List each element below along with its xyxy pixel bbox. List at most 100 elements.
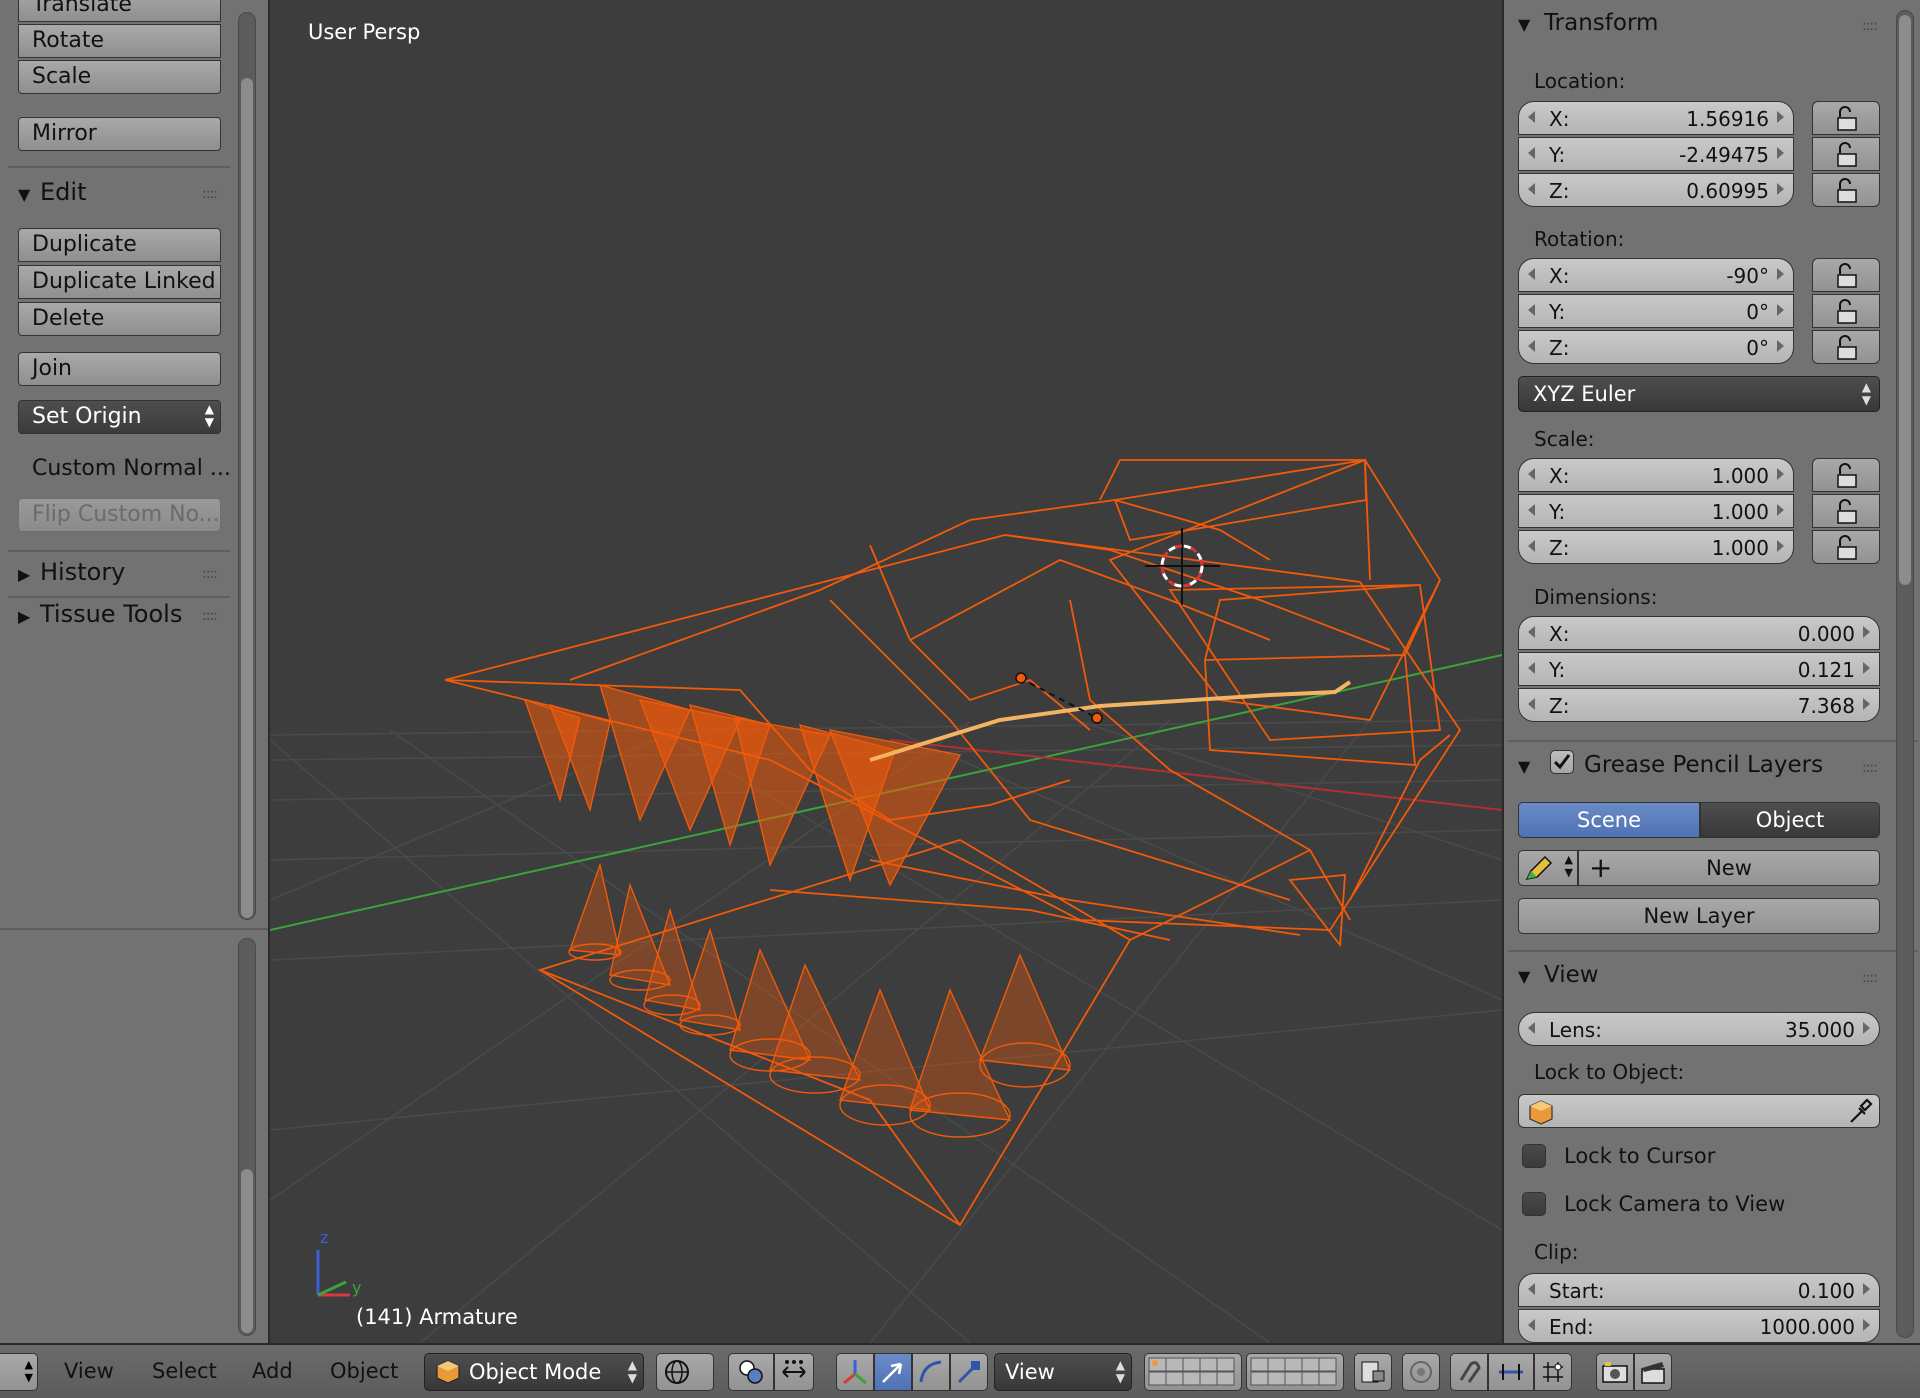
tissue-tools-section-header[interactable]: ▶ Tissue Tools xyxy=(18,600,182,628)
arrow-left-icon[interactable] xyxy=(1528,540,1535,552)
scale-z-field[interactable]: Z: 1.000 xyxy=(1518,530,1794,564)
arrow-right-icon[interactable] xyxy=(1777,468,1784,480)
transform-orientation-dropdown[interactable]: View ▲ ▼ xyxy=(994,1353,1132,1391)
lock-scale-x-button[interactable] xyxy=(1812,458,1880,492)
snap-toggle-button[interactable] xyxy=(1450,1353,1488,1391)
grease-pencil-datablock-browse[interactable]: ▲ ▼ xyxy=(1518,850,1578,886)
snap-element-button[interactable] xyxy=(1488,1353,1534,1391)
menu-add[interactable]: Add xyxy=(252,1359,293,1383)
arrow-left-icon[interactable] xyxy=(1528,111,1535,123)
scene-layers-widget[interactable] xyxy=(1144,1353,1242,1391)
grease-pencil-new-button[interactable]: + New xyxy=(1578,850,1880,886)
lock-to-object-field[interactable] xyxy=(1518,1094,1880,1128)
location-x-field[interactable]: X: 1.56916 xyxy=(1518,101,1794,135)
arrow-right-icon[interactable] xyxy=(1863,662,1870,674)
view-panel-header[interactable]: ▼ View xyxy=(1518,962,1599,988)
translate-manipulator-button[interactable] xyxy=(874,1353,912,1391)
rotation-mode-dropdown[interactable]: XYZ Euler ▲ ▼ xyxy=(1518,376,1880,412)
proportional-editing-button[interactable] xyxy=(1402,1353,1440,1391)
arrow-right-icon[interactable] xyxy=(1863,626,1870,638)
arrow-left-icon[interactable] xyxy=(1528,340,1535,352)
drag-grip-icon[interactable]: :::: xyxy=(202,608,218,624)
join-button[interactable]: Join xyxy=(18,352,221,386)
grease-pencil-panel-header[interactable]: ▼ xyxy=(1518,752,1544,778)
scale-manipulator-button[interactable] xyxy=(950,1353,988,1391)
scale-button[interactable]: Scale xyxy=(18,60,221,94)
opengl-render-image-button[interactable] xyxy=(1596,1353,1634,1391)
drag-grip-icon[interactable]: :::: xyxy=(1862,18,1878,34)
eyedropper-icon[interactable] xyxy=(1845,1098,1873,1126)
arrow-right-icon[interactable] xyxy=(1777,504,1784,516)
grease-pencil-enable-checkbox[interactable] xyxy=(1550,750,1574,774)
lock-scale-y-button[interactable] xyxy=(1812,494,1880,528)
scrollbar-thumb[interactable] xyxy=(241,78,253,918)
lock-location-z-button[interactable] xyxy=(1812,173,1880,207)
drag-grip-icon[interactable]: :::: xyxy=(202,186,218,202)
arrow-right-icon[interactable] xyxy=(1777,540,1784,552)
location-y-field[interactable]: Y: -2.49475 xyxy=(1518,137,1794,171)
arrow-right-icon[interactable] xyxy=(1863,1022,1870,1034)
arrow-left-icon[interactable] xyxy=(1528,468,1535,480)
grease-pencil-object-tab[interactable]: Object xyxy=(1700,802,1880,838)
3d-viewport[interactable]: z y User Persp (141) Armature xyxy=(270,0,1502,1343)
scale-y-field[interactable]: Y: 1.000 xyxy=(1518,494,1794,528)
arrow-right-icon[interactable] xyxy=(1863,698,1870,710)
mirror-button[interactable]: Mirror xyxy=(18,117,221,151)
menu-view[interactable]: View xyxy=(64,1359,114,1383)
lock-camera-to-view-checkbox[interactable] xyxy=(1522,1192,1546,1216)
translate-button[interactable]: Translate xyxy=(18,0,221,22)
dimensions-z-field[interactable]: Z: 7.368 xyxy=(1518,688,1880,722)
arrow-right-icon[interactable] xyxy=(1863,1319,1870,1331)
arrow-left-icon[interactable] xyxy=(1528,698,1535,710)
arrow-left-icon[interactable] xyxy=(1528,504,1535,516)
interaction-mode-dropdown[interactable]: Object Mode ▲ ▼ xyxy=(424,1353,644,1391)
drag-grip-icon[interactable]: :::: xyxy=(202,566,218,582)
arrow-left-icon[interactable] xyxy=(1528,1022,1535,1034)
lock-rotation-x-button[interactable] xyxy=(1812,258,1880,292)
pivot-point-button[interactable] xyxy=(728,1353,774,1391)
lock-rotation-z-button[interactable] xyxy=(1812,330,1880,364)
opengl-render-animation-button[interactable] xyxy=(1634,1353,1672,1391)
arrow-left-icon[interactable] xyxy=(1528,1319,1535,1331)
rotation-x-field[interactable]: X: -90° xyxy=(1518,258,1794,292)
editor-type-button[interactable]: ▲ ▼ xyxy=(0,1353,38,1391)
arrow-right-icon[interactable] xyxy=(1777,111,1784,123)
menu-select[interactable]: Select xyxy=(152,1359,217,1383)
arrow-left-icon[interactable] xyxy=(1528,662,1535,674)
dimensions-x-field[interactable]: X: 0.000 xyxy=(1518,616,1880,650)
arrow-right-icon[interactable] xyxy=(1777,183,1784,195)
lock-location-x-button[interactable] xyxy=(1812,101,1880,135)
arrow-left-icon[interactable] xyxy=(1528,304,1535,316)
rotation-z-field[interactable]: Z: 0° xyxy=(1518,330,1794,364)
clip-start-field[interactable]: Start: 0.100 xyxy=(1518,1273,1880,1307)
flip-custom-normals-button[interactable]: Flip Custom No... xyxy=(18,498,221,532)
lens-field[interactable]: Lens: 35.000 xyxy=(1518,1012,1880,1046)
viewport-shading-button[interactable] xyxy=(656,1353,714,1391)
tool-shelf-scrollbar[interactable] xyxy=(238,12,256,920)
bone-head-point[interactable] xyxy=(1015,672,1027,684)
new-layer-button[interactable]: New Layer xyxy=(1518,898,1880,934)
grease-pencil-scene-tab[interactable]: Scene xyxy=(1518,802,1700,838)
rotate-manipulator-button[interactable] xyxy=(912,1353,950,1391)
drag-grip-icon[interactable]: :::: xyxy=(1862,970,1878,986)
operator-panel-scrollbar[interactable] xyxy=(238,938,256,1336)
scrollbar-thumb[interactable] xyxy=(241,1169,253,1333)
drag-grip-icon[interactable]: :::: xyxy=(1862,760,1878,776)
clip-end-field[interactable]: End: 1000.000 xyxy=(1518,1309,1880,1343)
arrow-right-icon[interactable] xyxy=(1777,147,1784,159)
arrow-left-icon[interactable] xyxy=(1528,268,1535,280)
edit-section-header[interactable]: ▼ Edit xyxy=(18,178,86,206)
lock-camera-layers-button[interactable] xyxy=(1354,1353,1392,1391)
scene-layers-widget-2[interactable] xyxy=(1246,1353,1344,1391)
set-origin-dropdown[interactable]: Set Origin ▲ ▼ xyxy=(18,400,221,434)
duplicate-button[interactable]: Duplicate xyxy=(18,228,221,262)
scrollbar-thumb[interactable] xyxy=(1899,15,1911,585)
history-section-header[interactable]: ▶ History xyxy=(18,558,125,586)
arrow-left-icon[interactable] xyxy=(1528,626,1535,638)
arrow-left-icon[interactable] xyxy=(1528,147,1535,159)
delete-button[interactable]: Delete xyxy=(18,302,221,336)
menu-object[interactable]: Object xyxy=(330,1359,398,1383)
arrow-right-icon[interactable] xyxy=(1777,304,1784,316)
arrow-right-icon[interactable] xyxy=(1777,340,1784,352)
scale-x-field[interactable]: X: 1.000 xyxy=(1518,458,1794,492)
